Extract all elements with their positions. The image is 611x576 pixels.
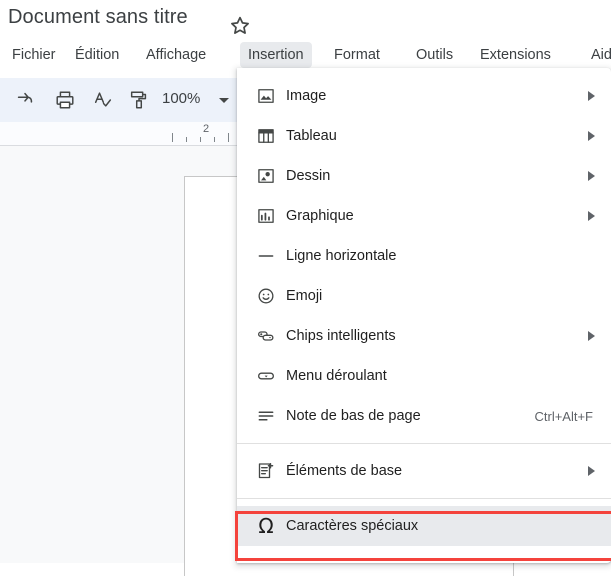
menu-item-caracteres-speciaux[interactable]: Ω Caractères spéciaux xyxy=(237,506,611,546)
menu-item-label: Ligne horizontale xyxy=(286,248,397,264)
docs-app-window: Document sans titre Fichier Édition Affich… xyxy=(0,0,611,576)
emoji-icon xyxy=(255,285,277,307)
menu-item-dessin[interactable]: Dessin xyxy=(237,156,611,196)
image-icon xyxy=(255,85,277,107)
menu-item-graphique[interactable]: Graphique xyxy=(237,196,611,236)
submenu-arrow-icon xyxy=(588,211,595,221)
menubar-item-format[interactable]: Format xyxy=(326,42,388,68)
menu-item-elements-de-base[interactable]: Éléments de base xyxy=(237,451,611,491)
menu-item-label: Tableau xyxy=(286,128,337,144)
menu-item-image[interactable]: Image xyxy=(237,76,611,116)
menubar-item-outils[interactable]: Outils xyxy=(408,42,461,68)
chart-icon xyxy=(255,205,277,227)
paint-format-icon[interactable] xyxy=(128,89,150,111)
menu-item-label: Image xyxy=(286,88,327,104)
menu-item-shortcut: Ctrl+Alt+F xyxy=(534,408,593,424)
menu-bar: Fichier Édition Affichage Insertion Format Ou… xyxy=(0,42,611,68)
menubar-item-insertion[interactable]: Insertion xyxy=(240,42,312,68)
submenu-arrow-icon xyxy=(588,171,595,181)
horizontal-line-icon xyxy=(255,245,277,267)
redo-icon[interactable] xyxy=(14,89,36,111)
menu-item-tableau[interactable]: Tableau xyxy=(237,116,611,156)
submenu-arrow-icon xyxy=(588,91,595,101)
menu-item-note-de-bas-de-page[interactable]: Note de bas de page Ctrl+Alt+F xyxy=(237,396,611,436)
menu-item-emoji[interactable]: Emoji xyxy=(237,276,611,316)
ruler-number: 2 xyxy=(203,123,210,135)
menu-item-label: Éléments de base xyxy=(286,463,403,479)
menu-separator xyxy=(237,498,611,499)
menubar-item-aide[interactable]: Aide xyxy=(583,42,611,68)
footnote-icon xyxy=(255,405,277,427)
ruler-tick xyxy=(200,137,201,142)
menubar-item-affichage[interactable]: Affichage xyxy=(138,42,214,68)
smart-chips-icon xyxy=(255,325,277,347)
submenu-arrow-icon xyxy=(588,331,595,341)
menu-item-label: Emoji xyxy=(286,288,323,304)
spell-check-icon[interactable] xyxy=(92,89,114,111)
document-title[interactable]: Document sans titre xyxy=(8,6,188,29)
menu-item-label: Dessin xyxy=(286,168,331,184)
title-row: Document sans titre xyxy=(0,0,611,42)
table-icon xyxy=(255,125,277,147)
omega-icon: Ω xyxy=(258,514,274,538)
submenu-arrow-icon xyxy=(588,131,595,141)
menu-item-label: Graphique xyxy=(286,208,354,224)
menu-item-ligne-horizontale[interactable]: Ligne horizontale xyxy=(237,236,611,276)
menubar-item-fichier[interactable]: Fichier xyxy=(4,42,64,68)
chevron-down-icon[interactable] xyxy=(219,98,229,103)
dropdown-icon xyxy=(255,365,277,387)
menubar-item-dition[interactable]: Édition xyxy=(67,42,127,68)
ruler-tick xyxy=(172,133,173,142)
print-icon[interactable] xyxy=(54,89,76,111)
menu-item-label: Caractères spéciaux xyxy=(286,518,419,534)
ruler-tick xyxy=(228,133,229,142)
menubar-item-extensions[interactable]: Extensions xyxy=(472,42,559,68)
star-outline-icon[interactable] xyxy=(228,14,252,38)
ruler-tick xyxy=(186,137,187,142)
zoom-level-value[interactable]: 100% xyxy=(162,90,200,107)
menu-separator xyxy=(237,443,611,444)
ruler-tick xyxy=(214,137,215,142)
insertion-menu-panel: Image Tableau Dessin Graphique Ligne horizon… xyxy=(237,68,611,563)
building-blocks-icon xyxy=(255,460,277,482)
submenu-arrow-icon xyxy=(588,466,595,476)
drawing-icon xyxy=(255,165,277,187)
menu-item-label: Menu déroulant xyxy=(286,368,387,384)
menu-item-menu-deroulant[interactable]: Menu déroulant xyxy=(237,356,611,396)
menu-item-chips-intelligents[interactable]: Chips intelligents xyxy=(237,316,611,356)
menu-item-label: Chips intelligents xyxy=(286,328,396,344)
menu-item-label: Note de bas de page xyxy=(286,408,421,424)
